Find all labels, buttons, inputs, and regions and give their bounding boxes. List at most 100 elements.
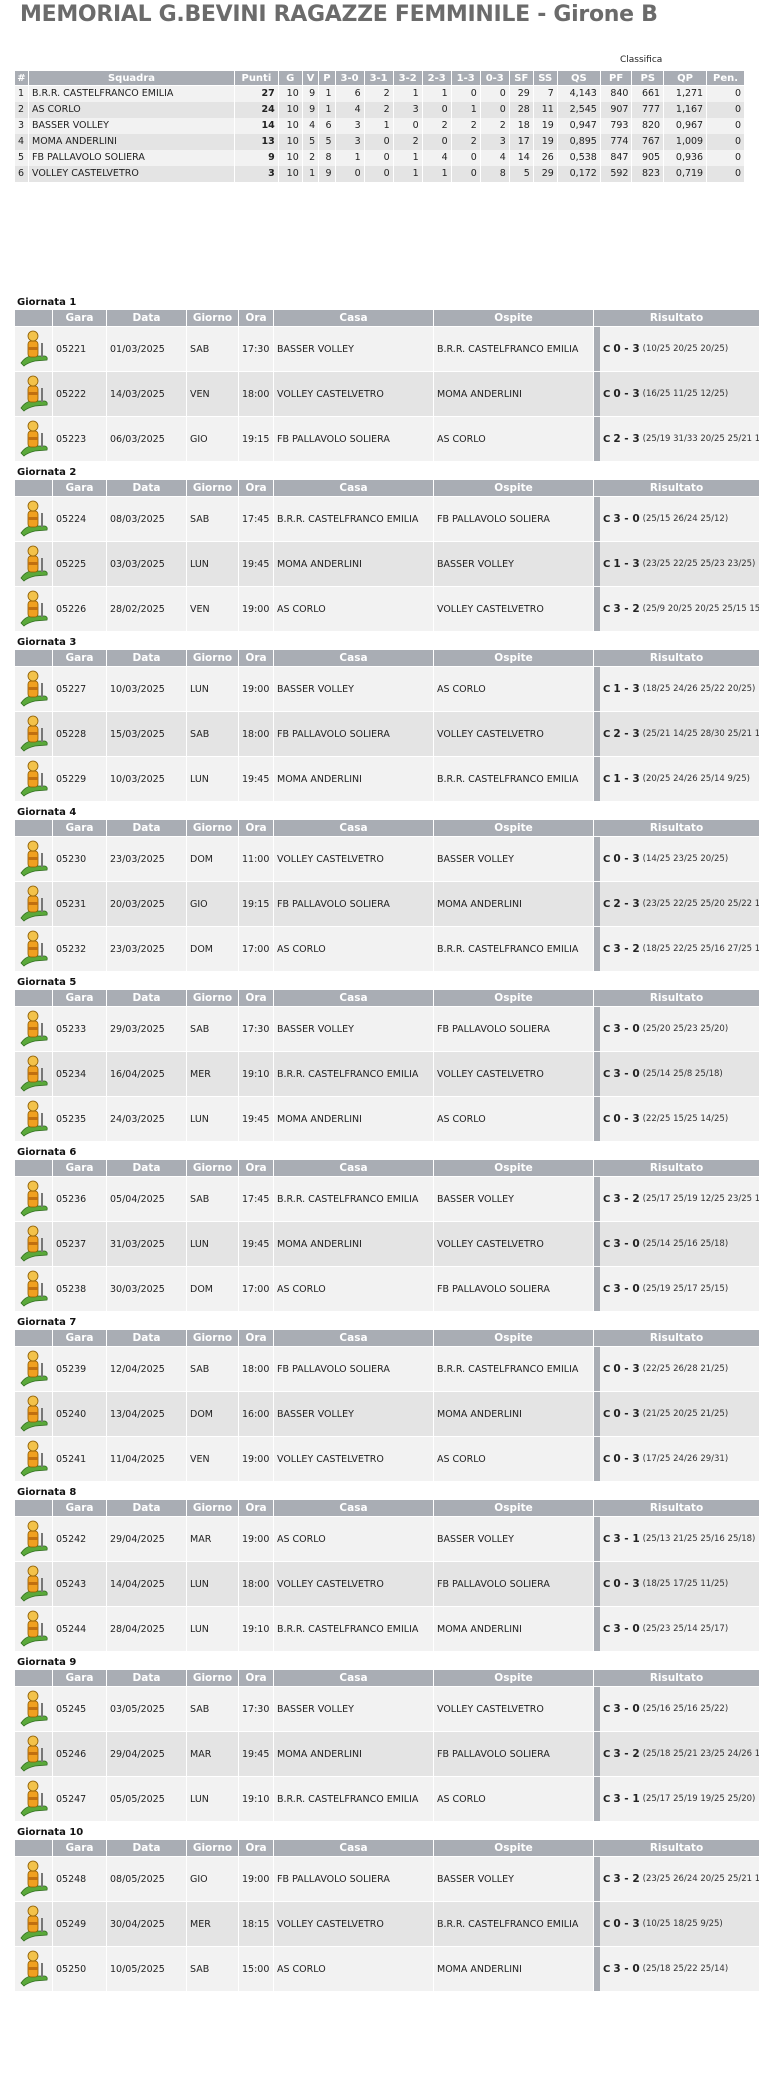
game-icon-cell[interactable]: [14, 326, 53, 372]
game-time: 19:00: [238, 586, 274, 632]
game-day: MAR: [186, 1516, 239, 1562]
games-col-header: Data: [106, 309, 187, 327]
result-wrapper: C0 - 3 (22/25 15/25 14/25): [594, 1097, 759, 1141]
games-header-row: Gara Data Giorno Ora Casa Ospite Risultato: [14, 1329, 759, 1347]
game-number: 05242: [52, 1516, 107, 1562]
standings-table: # Squadra Punti G V P 3-0 3-1 3-2 2-3 1-3 0-3 SF SS QS…: [14, 70, 745, 182]
home-team: B.R.R. CASTELFRANCO EMILIA: [273, 1606, 434, 1652]
game-date: 12/04/2025: [106, 1346, 187, 1392]
game-icon-cell[interactable]: [14, 541, 53, 587]
result-flag: C: [603, 388, 611, 400]
game-row: 05237 31/03/2025 LUN 19:45 MOMA ANDERLINI VOL…: [14, 1221, 759, 1267]
game-icon-cell[interactable]: [14, 496, 53, 542]
game-icon-cell[interactable]: [14, 1436, 53, 1482]
game-time: 19:45: [238, 541, 274, 587]
game-icon-cell[interactable]: [14, 371, 53, 417]
away-team: B.R.R. CASTELFRANCO EMILIA: [433, 1346, 594, 1392]
game-number: 05246: [52, 1731, 107, 1777]
games-col-header: Giorno: [186, 479, 239, 497]
standings-cell: 0,936: [663, 149, 708, 166]
games-col-header: Data: [106, 1159, 187, 1177]
games-col-header: [14, 309, 53, 327]
round-section: Giornata 10 Gara Data Giorno Ora Casa Ospite Ri…: [14, 1822, 759, 1992]
game-icon-cell[interactable]: [14, 1561, 53, 1607]
game-number: 05234: [52, 1051, 107, 1097]
games-col-header: Gara: [52, 479, 107, 497]
round-title: Giornata 1: [17, 297, 77, 308]
game-icon-cell[interactable]: [14, 1946, 53, 1992]
game-icon-cell[interactable]: [14, 836, 53, 882]
game-result: C3 - 0 (25/20 25/23 25/20): [593, 1006, 759, 1052]
game-day: GIO: [186, 881, 239, 927]
standings-cell: 2: [450, 133, 481, 150]
referee-figure-icon: [19, 885, 48, 922]
game-icon-cell[interactable]: [14, 1776, 53, 1822]
result-wrapper: C2 - 3(25/21 14/25 28/30 25/21 19/21): [594, 712, 759, 756]
round-title: Giornata 6: [17, 1147, 77, 1158]
game-icon-cell[interactable]: [14, 1516, 53, 1562]
result-wrapper: C3 - 0 (25/19 25/17 25/15): [594, 1267, 759, 1311]
game-icon-cell[interactable]: [14, 1901, 53, 1947]
games-col-header: Risultato: [593, 479, 759, 497]
round-title: Giornata 2: [17, 467, 77, 478]
game-icon-cell[interactable]: [14, 586, 53, 632]
game-time: 19:45: [238, 1096, 274, 1142]
standings-team-name: B.R.R. CASTELFRANCO EMILIA: [28, 85, 235, 102]
game-number: 05241: [52, 1436, 107, 1482]
away-team: BASSER VOLLEY: [433, 1856, 594, 1902]
game-row: 05230 23/03/2025 DOM 11:00 VOLLEY CASTELVETR…: [14, 836, 759, 882]
result-score: 3 - 0: [613, 1283, 640, 1295]
game-icon-cell[interactable]: [14, 1051, 53, 1097]
game-row: 05243 14/04/2025 LUN 18:00 VOLLEY CASTELVETR…: [14, 1561, 759, 1607]
round-section: Giornata 1 Gara Data Giorno Ora Casa Ospite Ris…: [14, 292, 759, 462]
game-row: 05249 30/04/2025 MER 18:15 VOLLEY CASTELVETR…: [14, 1901, 759, 1947]
result-score: 2 - 3: [613, 898, 640, 910]
result-flag: C: [603, 728, 611, 740]
referee-figure-icon: [19, 1860, 48, 1897]
game-result: C2 - 3(25/21 14/25 28/30 25/21 19/21): [593, 711, 759, 757]
standings-cell: 905: [631, 149, 665, 166]
result-score: 3 - 2: [613, 603, 640, 615]
game-icon-cell[interactable]: [14, 1856, 53, 1902]
game-icon-cell[interactable]: [14, 1221, 53, 1267]
game-icon-cell[interactable]: [14, 666, 53, 712]
game-number: 05229: [52, 756, 107, 802]
games-col-header: Gara: [52, 309, 107, 327]
game-time: 17:30: [238, 1006, 274, 1052]
game-icon-cell[interactable]: [14, 1346, 53, 1392]
game-icon-cell[interactable]: [14, 1176, 53, 1222]
result-wrapper: C3 - 1 (25/13 21/25 25/16 25/18): [594, 1517, 759, 1561]
game-row: 05221 01/03/2025 SAB 17:30 BASSER VOLLEY B.R.…: [14, 326, 759, 372]
game-result: C0 - 3 (17/25 24/26 29/31): [593, 1436, 759, 1482]
result-sets: (25/13 21/25 25/16 25/18): [642, 1534, 756, 1544]
result-flag: C: [603, 1533, 611, 1545]
game-day: LUN: [186, 1561, 239, 1607]
game-icon-cell[interactable]: [14, 416, 53, 462]
games-col-header: Risultato: [593, 1159, 759, 1177]
standings-cell: 847: [599, 149, 633, 166]
result-flag: C: [603, 683, 611, 695]
game-icon-cell[interactable]: [14, 1391, 53, 1437]
game-day: LUN: [186, 1776, 239, 1822]
game-icon-cell[interactable]: [14, 881, 53, 927]
game-icon-cell[interactable]: [14, 756, 53, 802]
standings-cell: 4: [301, 117, 320, 134]
games-col-header: Giorno: [186, 1669, 239, 1687]
game-row: 05229 10/03/2025 LUN 19:45 MOMA ANDERLINI B.R…: [14, 756, 759, 802]
standings-team-name: AS CORLO: [28, 101, 235, 118]
away-team: B.R.R. CASTELFRANCO EMILIA: [433, 326, 594, 372]
game-icon-cell[interactable]: [14, 926, 53, 972]
game-icon-cell[interactable]: [14, 1686, 53, 1732]
game-icon-cell[interactable]: [14, 1606, 53, 1652]
game-icon-cell[interactable]: [14, 1096, 53, 1142]
game-icon-cell[interactable]: [14, 1731, 53, 1777]
game-icon-cell[interactable]: [14, 711, 53, 757]
standings-cell: 5: [508, 165, 534, 182]
game-icon-cell[interactable]: [14, 1266, 53, 1312]
game-icon-cell[interactable]: [14, 1006, 53, 1052]
game-time: 19:00: [238, 1856, 274, 1902]
standings-cell: 1: [334, 149, 365, 166]
game-time: 19:00: [238, 1436, 274, 1482]
games-header-row: Gara Data Giorno Ora Casa Ospite Risultato: [14, 1669, 759, 1687]
game-day: GIO: [186, 1856, 239, 1902]
